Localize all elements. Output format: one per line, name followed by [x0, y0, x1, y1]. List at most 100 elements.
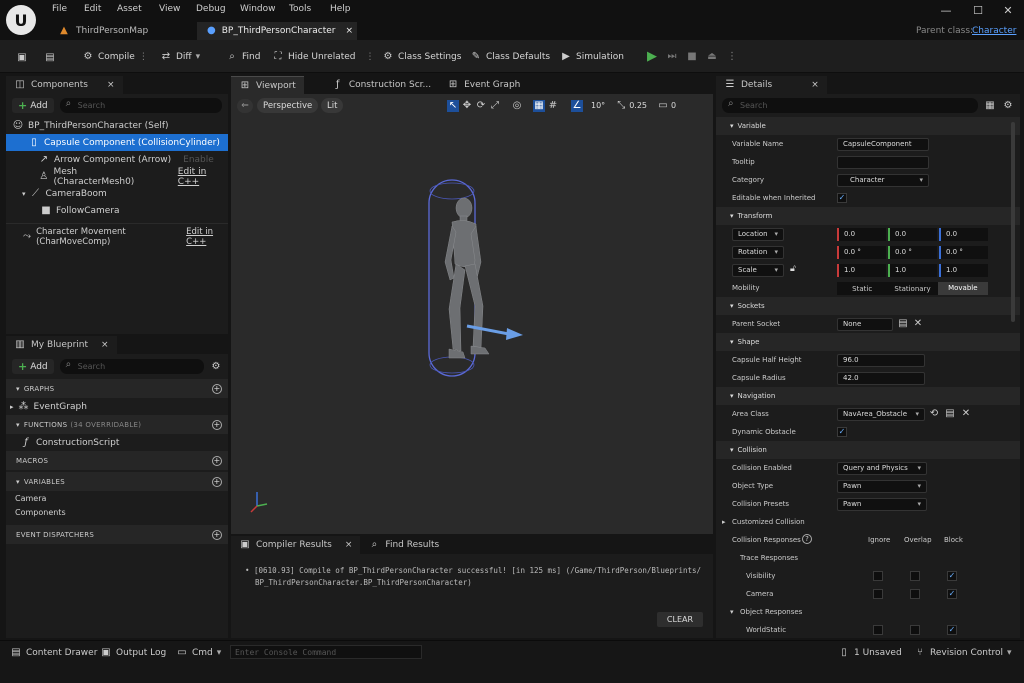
function-item-constructionscript[interactable]: ƒ ConstructionScript — [6, 434, 228, 451]
browse-icon[interactable]: ▤ — [44, 52, 56, 64]
maximize-button[interactable]: ☐ — [968, 4, 988, 17]
expand-arrow-icon[interactable]: ▾ — [22, 190, 26, 198]
minimize-button[interactable]: — — [936, 4, 956, 17]
visibility-overlap-checkbox[interactable] — [910, 571, 920, 581]
mobility-movable[interactable]: Movable — [937, 282, 988, 295]
step-icon[interactable]: ⏭ — [666, 51, 678, 63]
half-height-input[interactable]: 96.0 — [837, 353, 925, 367]
edit-in-cpp-link[interactable]: Edit in C++ — [186, 227, 228, 247]
mobility-static[interactable]: Static — [837, 285, 887, 293]
graph-item-eventgraph[interactable]: ▸ ⁂ EventGraph — [6, 398, 228, 415]
section-functions[interactable]: ▾ FUNCTIONS (34 OVERRIDABLE) + — [6, 415, 228, 434]
unsaved-button[interactable]: ▯ 1 Unsaved — [838, 647, 901, 659]
clear-icon[interactable]: ✕ — [912, 318, 924, 330]
worldstatic-block-checkbox[interactable]: ✓ — [947, 625, 957, 635]
help-icon[interactable]: ? — [802, 534, 812, 544]
save-icon[interactable]: ▣ — [16, 52, 28, 64]
class-settings-button[interactable]: ⚙ Class Settings — [382, 51, 462, 63]
add-graph-icon[interactable]: + — [212, 383, 222, 394]
dynamic-obstacle-checkbox[interactable]: ✓ — [837, 427, 847, 437]
add-function-icon[interactable]: + — [212, 419, 222, 430]
details-scrollbar[interactable] — [1011, 122, 1015, 322]
content-drawer-button[interactable]: ▤ Content Drawer — [10, 647, 97, 659]
lock-icon[interactable]: 🔓︎ — [790, 264, 796, 274]
section-sockets[interactable]: ▾ Sockets — [716, 297, 1020, 315]
tree-item-capsule[interactable]: ▯ Capsule Component (CollisionCylinder) — [6, 134, 228, 151]
menu-file[interactable]: File — [52, 4, 67, 14]
row-object-responses[interactable]: ▾ Object Responses — [716, 603, 1020, 621]
section-variable[interactable]: ▾ Variable — [716, 117, 1020, 135]
add-member-button[interactable]: + Add — [12, 359, 54, 374]
section-navigation[interactable]: ▾ Navigation — [716, 387, 1020, 405]
visibility-block-checkbox[interactable]: ✓ — [947, 571, 957, 581]
tab-details[interactable]: ☰ Details × — [716, 76, 827, 94]
menu-tools[interactable]: Tools — [289, 4, 311, 14]
scale-x-input[interactable]: 1.0 — [837, 263, 886, 277]
tab-event-graph[interactable]: ⊞ Event Graph — [439, 76, 529, 94]
tree-item-mesh[interactable]: ♙ Mesh (CharacterMesh0) Edit in C++ — [6, 167, 228, 187]
socket-picker-icon[interactable]: ▤ — [897, 318, 909, 330]
variable-category-camera[interactable]: Camera — [6, 491, 228, 505]
section-variables[interactable]: ▾ VARIABLES + — [6, 472, 228, 491]
camera-overlap-checkbox[interactable] — [910, 589, 920, 599]
cmd-dropdown[interactable]: ▭ Cmd ▾ — [176, 647, 221, 659]
tab-compiler-results[interactable]: ▣ Compiler Results × — [231, 536, 361, 554]
revision-control-button[interactable]: ⑂ Revision Control ▾ — [914, 647, 1012, 659]
tab-find-results[interactable]: ⌕ Find Results — [360, 536, 448, 554]
close-window-button[interactable]: ✕ — [998, 4, 1018, 17]
worldstatic-ignore-checkbox[interactable] — [873, 625, 883, 635]
area-class-dropdown[interactable]: NavArea_Obstacle — [837, 407, 925, 421]
clear-icon[interactable]: ✕ — [960, 408, 972, 420]
tab-my-blueprint[interactable]: ▥ My Blueprint × — [6, 336, 117, 354]
location-x-input[interactable]: 0.0 — [837, 227, 886, 241]
add-component-button[interactable]: + Add — [12, 98, 54, 113]
find-button[interactable]: ⌕ Find — [226, 51, 260, 63]
camera-ignore-checkbox[interactable] — [873, 589, 883, 599]
details-search-input[interactable]: Search — [722, 98, 978, 113]
viewport[interactable]: ⇐ Perspective Lit ↖ ✥ ⟳ ⤢ ◎ ▦ # ∠ 10° ⤡ … — [231, 94, 713, 534]
location-y-input[interactable]: 0.0 — [888, 227, 937, 241]
console-command-input[interactable]: Enter Console Command — [230, 645, 422, 659]
menu-asset[interactable]: Asset — [117, 4, 142, 14]
class-defaults-button[interactable]: ✎ Class Defaults — [470, 51, 550, 63]
editable-inherited-checkbox[interactable]: ✓ — [837, 193, 847, 203]
clear-button[interactable]: CLEAR — [657, 612, 703, 627]
camera-block-checkbox[interactable]: ✓ — [947, 589, 957, 599]
rotation-dropdown[interactable]: Rotation — [732, 245, 784, 259]
hide-unrelated-button[interactable]: ⛶ Hide Unrelated ⋮ — [272, 51, 375, 63]
add-dispatcher-icon[interactable]: + — [212, 529, 222, 540]
play-icon[interactable]: ▶ — [646, 50, 658, 63]
diff-button[interactable]: ⇄ Diff ▾ — [160, 51, 200, 63]
section-shape[interactable]: ▾ Shape — [716, 333, 1020, 351]
section-event-dispatchers[interactable]: EVENT DISPATCHERS + — [6, 525, 228, 544]
stop-icon[interactable]: ■ — [686, 51, 698, 63]
play-options-icon[interactable]: ⋮ — [726, 51, 738, 63]
browse-back-icon[interactable]: ⟲ — [928, 408, 940, 420]
menu-edit[interactable]: Edit — [84, 4, 101, 14]
gear-icon[interactable]: ⚙ — [210, 361, 222, 373]
table-view-icon[interactable]: ▦ — [984, 100, 996, 112]
row-customized-collision[interactable]: ▸ Customized Collision — [716, 513, 1020, 531]
visibility-ignore-checkbox[interactable] — [873, 571, 883, 581]
category-dropdown[interactable]: Character — [837, 173, 929, 187]
parent-socket-input[interactable]: None — [837, 317, 893, 331]
components-search-input[interactable]: Search — [59, 98, 222, 113]
menu-window[interactable]: Window — [240, 4, 276, 14]
scale-dropdown[interactable]: Scale — [732, 263, 784, 277]
variable-name-input[interactable]: CapsuleComponent — [837, 137, 929, 151]
object-type-dropdown[interactable]: Pawn — [837, 479, 927, 493]
myblueprint-search-input[interactable]: Search — [59, 359, 204, 374]
radius-input[interactable]: 42.0 — [837, 371, 925, 385]
tree-root-self[interactable]: ☺ BP_ThirdPersonCharacter (Self) — [6, 117, 228, 134]
collision-presets-dropdown[interactable]: Pawn — [837, 497, 927, 511]
rotation-z-input[interactable]: 0.0 ° — [939, 245, 988, 259]
tree-item-arrow[interactable]: ↗ Arrow Component (Arrow) Enable — [6, 151, 228, 168]
add-macro-icon[interactable]: + — [212, 455, 222, 466]
eject-icon[interactable]: ⏏ — [706, 51, 718, 63]
section-macros[interactable]: MACROS + — [6, 451, 228, 470]
tree-item-followcamera[interactable]: ■ FollowCamera — [6, 202, 228, 219]
browse-icon[interactable]: ▤ — [944, 408, 956, 420]
tab-viewport[interactable]: ⊞ Viewport — [231, 76, 304, 94]
mobility-stationary[interactable]: Stationary — [887, 285, 937, 293]
section-collision[interactable]: ▾ Collision — [716, 441, 1020, 459]
